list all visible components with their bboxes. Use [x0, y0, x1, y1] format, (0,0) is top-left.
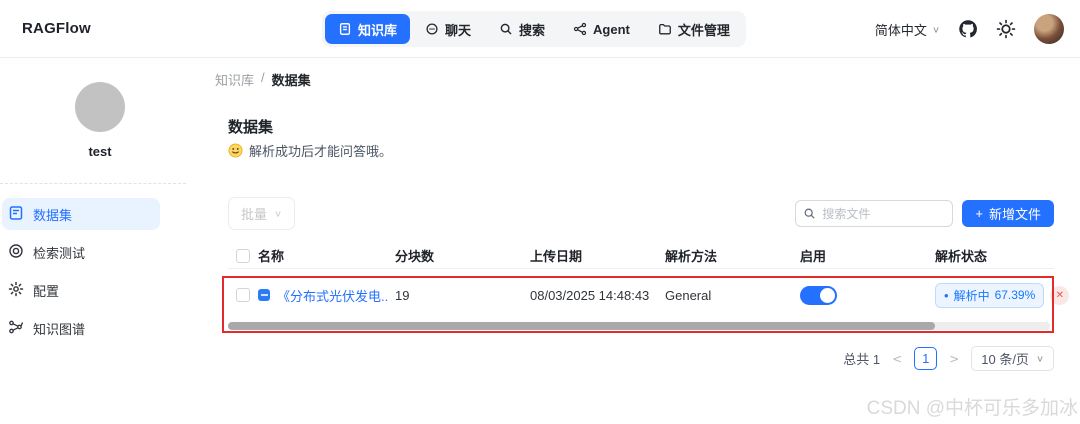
kb-sidebar: test 数据集 检索测试 配置 知识图谱: [0, 58, 200, 424]
page-title: 数据集: [228, 119, 274, 136]
sidebar-item-settings[interactable]: 配置: [2, 274, 160, 306]
app-logo[interactable]: RAGFlow: [22, 20, 91, 37]
page-number-button[interactable]: 1: [914, 347, 938, 370]
chat-icon: [425, 22, 439, 36]
github-icon[interactable]: [958, 19, 978, 39]
status-label: 解析中: [953, 288, 990, 303]
tab-label: 聊天: [445, 22, 472, 38]
select-all-checkbox[interactable]: [236, 248, 250, 263]
prev-page-arrow[interactable]: <: [892, 352, 902, 366]
page-size-label: 10 条/页: [981, 352, 1029, 367]
column-header-name: 名称: [258, 249, 285, 264]
plus-icon: +: [975, 206, 983, 221]
breadcrumb: 知识库 / 数据集: [215, 70, 311, 89]
chevron-down-icon: ∨: [274, 209, 283, 219]
column-header-parse-method: 解析方法: [665, 249, 718, 264]
search-icon: [499, 22, 513, 36]
page-size-select[interactable]: 10 条/页 ∨: [971, 346, 1054, 371]
toolbar: 批量 ∨ + 新增文件: [228, 197, 1054, 230]
sidebar-item-label: 配置: [33, 283, 60, 299]
status-dot-icon: •: [944, 287, 949, 303]
search-input[interactable]: [795, 200, 954, 227]
language-selector[interactable]: 简体中文 ∨: [875, 20, 940, 39]
tab-label: 知识库: [358, 22, 398, 38]
chevron-down-icon: ∨: [1035, 354, 1044, 364]
parse-method-cell: General: [665, 287, 712, 303]
status-percent: 67.39%: [994, 288, 1036, 302]
sidebar-item-label: 检索测试: [33, 245, 86, 261]
scrollbar-thumb[interactable]: [228, 322, 935, 330]
folder-icon: [658, 22, 672, 36]
sidebar-item-knowledge-graph[interactable]: 知识图谱: [2, 312, 160, 344]
breadcrumb-knowledge-base[interactable]: 知识库: [215, 70, 254, 89]
sidebar-item-dataset[interactable]: 数据集: [2, 198, 160, 230]
files-table: 名称 分块数 上传日期 解析方法 启用 解析状态 《分布式光伏发电... 19 …: [228, 243, 1070, 321]
column-header-chunks: 分块数: [395, 249, 435, 264]
knowledge-graph-icon: [8, 319, 24, 338]
toggle-knob: [820, 287, 835, 303]
file-name-link[interactable]: 《分布式光伏发电...: [277, 286, 389, 305]
row-checkbox[interactable]: [236, 288, 250, 302]
enabled-cell: [800, 285, 935, 305]
theme-toggle-icon[interactable]: [996, 19, 1016, 39]
csdn-watermark: CSDN @中杯可乐多加冰: [866, 398, 1078, 419]
table-header-row: 名称 分块数 上传日期 解析方法 启用 解析状态: [228, 243, 1054, 269]
user-avatar[interactable]: [1034, 14, 1064, 44]
kb-name: test: [88, 144, 112, 159]
table-row: 《分布式光伏发电... 19 08/03/2025 14:48:43 Gener…: [228, 269, 1070, 321]
tab-label: 搜索: [519, 22, 546, 38]
tab-label: 文件管理: [677, 22, 730, 38]
main-nav-tabs: 知识库 聊天 搜索 Agent 文件管理: [322, 11, 746, 47]
agent-icon: [573, 22, 587, 36]
parse-status-cell: • 解析中 67.39% ✕: [935, 282, 1070, 308]
cancel-parsing-button[interactable]: ✕: [1050, 285, 1070, 305]
dataset-icon: [8, 205, 24, 224]
bulk-button[interactable]: 批量 ∨: [228, 197, 296, 230]
sidebar-item-retrieval-test[interactable]: 检索测试: [2, 236, 160, 268]
sidebar-menu: 数据集 检索测试 配置 知识图谱: [0, 194, 200, 344]
tab-knowledge-base[interactable]: 知识库: [325, 14, 411, 44]
language-label: 简体中文: [874, 22, 927, 38]
column-header-enabled: 启用: [800, 249, 827, 264]
knowledge-base-icon: [338, 22, 352, 36]
add-file-button-label: 新增文件: [988, 207, 1041, 222]
file-name-cell: 《分布式光伏发电...: [258, 286, 395, 305]
breadcrumb-current: 数据集: [271, 73, 311, 88]
add-file-button[interactable]: + 新增文件: [962, 200, 1054, 227]
word-file-icon: [258, 289, 270, 301]
tab-search[interactable]: 搜索: [486, 14, 558, 44]
pagination: 总共 1 < 1 > 10 条/页 ∨: [843, 346, 1054, 371]
sidebar-item-label: 知识图谱: [33, 321, 86, 337]
tab-file-manager[interactable]: 文件管理: [645, 14, 743, 44]
sidebar-divider: [0, 183, 186, 184]
ragflow-app: RAGFlow 知识库 聊天 搜索 Agent 文件管理 简体中文 ∨ test…: [0, 0, 1080, 424]
sidebar-item-label: 数据集: [33, 207, 73, 223]
gear-icon: [8, 281, 24, 300]
bulk-button-label: 批量: [241, 207, 268, 222]
tab-agent[interactable]: Agent: [560, 14, 643, 44]
top-navbar: RAGFlow 知识库 聊天 搜索 Agent 文件管理 简体中文 ∨: [0, 0, 1080, 58]
tab-chat[interactable]: 聊天: [412, 14, 484, 44]
smiley-icon: [228, 143, 243, 158]
chevron-down-icon: ∨: [931, 24, 940, 35]
next-page-arrow[interactable]: >: [949, 352, 959, 366]
upload-date-cell: 08/03/2025 14:48:43: [530, 287, 650, 303]
page-subtitle-text: 解析成功后才能问答哦。: [249, 144, 393, 159]
enable-toggle[interactable]: [800, 285, 837, 305]
retrieval-test-icon: [8, 243, 24, 262]
parsing-status-badge[interactable]: • 解析中 67.39%: [935, 282, 1045, 308]
chunk-count-cell: 19: [395, 287, 410, 303]
pagination-total: 总共 1: [843, 352, 881, 367]
breadcrumb-separator: /: [261, 70, 265, 85]
column-header-parse-status: 解析状态: [935, 249, 988, 264]
kb-avatar: [75, 82, 125, 132]
toolbar-right: + 新增文件: [795, 200, 1054, 227]
main-content: 知识库 / 数据集 数据集 解析成功后才能问答哦。 批量 ∨ 搜索文件 + 新增…: [200, 58, 1080, 424]
navbar-right: 简体中文 ∨: [875, 0, 1064, 58]
file-search: [795, 200, 954, 227]
horizontal-scrollbar[interactable]: [228, 322, 1050, 330]
tab-label: Agent: [593, 21, 630, 37]
column-header-upload-date: 上传日期: [530, 249, 583, 264]
page-subtitle: 解析成功后才能问答哦。: [228, 141, 392, 160]
